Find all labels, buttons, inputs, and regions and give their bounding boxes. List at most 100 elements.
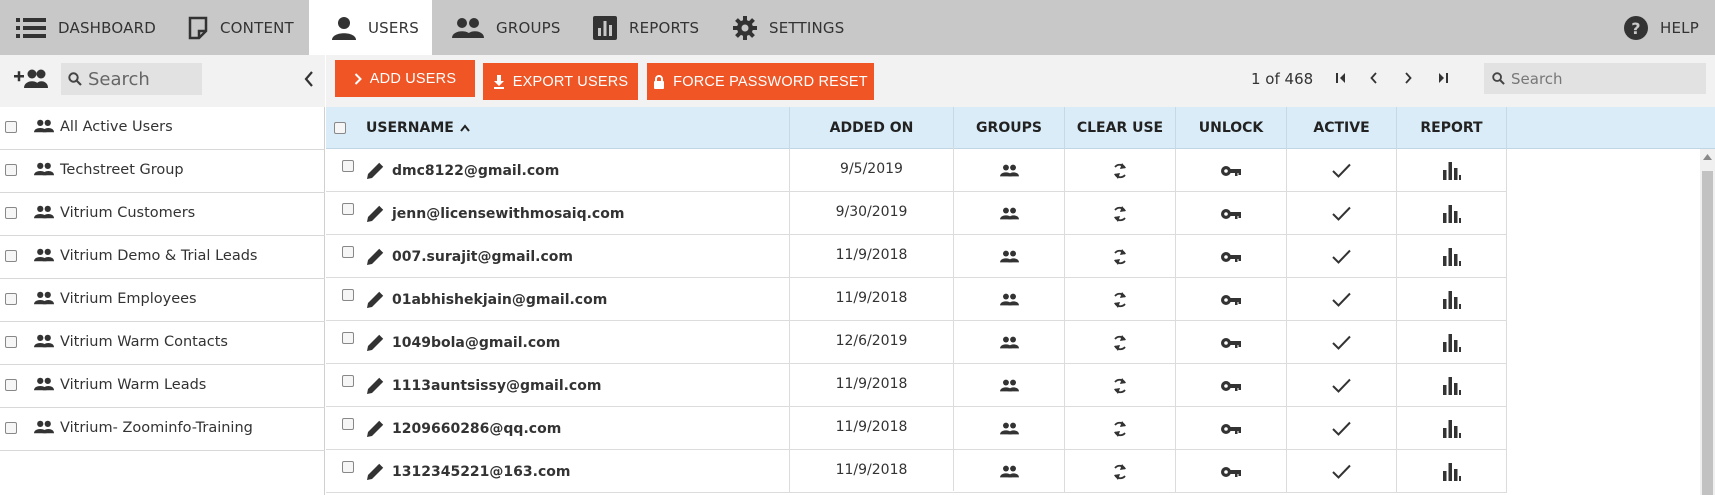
checkmark-icon[interactable] [1332, 249, 1351, 264]
key-icon[interactable] [1221, 466, 1241, 478]
table-scrollbar[interactable] [1700, 149, 1715, 495]
collapse-sidebar-icon[interactable] [304, 71, 314, 87]
edit-pencil-icon[interactable] [366, 463, 384, 481]
last-page-icon[interactable] [1437, 72, 1449, 84]
refresh-icon[interactable] [1112, 334, 1128, 352]
refresh-icon[interactable] [1112, 463, 1128, 481]
edit-pencil-icon[interactable] [366, 205, 384, 223]
checkmark-icon[interactable] [1332, 292, 1351, 307]
groups-icon[interactable] [999, 379, 1019, 392]
key-icon[interactable] [1221, 251, 1241, 263]
key-icon[interactable] [1221, 337, 1241, 349]
bar-chart-icon[interactable] [1442, 161, 1461, 180]
key-icon[interactable] [1221, 423, 1241, 435]
add-users-button[interactable]: ADD USERS [335, 60, 475, 97]
checkmark-icon[interactable] [1332, 378, 1351, 393]
row-checkbox[interactable] [342, 288, 354, 301]
group-checkbox[interactable] [5, 207, 17, 219]
bar-chart-icon[interactable] [1442, 376, 1461, 395]
bar-chart-icon[interactable] [1442, 204, 1461, 223]
refresh-icon[interactable] [1112, 291, 1128, 309]
groups-icon[interactable] [999, 164, 1019, 177]
row-checkbox[interactable] [342, 331, 354, 344]
column-username[interactable]: USERNAME [354, 107, 790, 149]
username[interactable]: 1209660286@qq.com [392, 421, 561, 437]
username[interactable]: 1312345221@163.com [392, 464, 570, 480]
groups-icon[interactable] [999, 465, 1019, 478]
group-list-item[interactable]: Vitrium Employees [0, 279, 325, 322]
bar-chart-icon[interactable] [1442, 419, 1461, 438]
first-page-icon[interactable] [1335, 72, 1347, 84]
username[interactable]: 01abhishekjain@gmail.com [392, 292, 607, 308]
group-list-item[interactable]: Vitrium- Zoominfo-Training [0, 408, 325, 451]
groups-icon[interactable] [999, 207, 1019, 220]
force-password-reset-button[interactable]: FORCE PASSWORD RESET [647, 63, 874, 100]
edit-pencil-icon[interactable] [366, 248, 384, 266]
groups-icon[interactable] [999, 336, 1019, 349]
group-checkbox[interactable] [5, 422, 17, 434]
scroll-up-icon[interactable] [1703, 154, 1712, 160]
refresh-icon[interactable] [1112, 248, 1128, 266]
group-checkbox[interactable] [5, 250, 17, 262]
nav-groups[interactable]: GROUPS [452, 0, 561, 55]
scrollbar-thumb[interactable] [1702, 171, 1713, 495]
checkmark-icon[interactable] [1332, 421, 1351, 436]
groups-icon[interactable] [999, 250, 1019, 263]
column-added-on[interactable]: ADDED ON [790, 107, 954, 149]
key-icon[interactable] [1221, 165, 1241, 177]
group-list-item[interactable]: Vitrium Demo & Trial Leads [0, 236, 325, 279]
checkmark-icon[interactable] [1332, 464, 1351, 479]
username[interactable]: 007.surajit@gmail.com [392, 249, 573, 265]
edit-pencil-icon[interactable] [366, 377, 384, 395]
previous-page-icon[interactable] [1369, 72, 1379, 84]
group-checkbox[interactable] [5, 336, 17, 348]
group-list-item[interactable]: Vitrium Warm Contacts [0, 322, 325, 365]
groups-icon[interactable] [999, 293, 1019, 306]
group-checkbox[interactable] [5, 121, 17, 133]
add-group-icon[interactable] [14, 68, 48, 90]
refresh-icon[interactable] [1112, 205, 1128, 223]
edit-pencil-icon[interactable] [366, 334, 384, 352]
username[interactable]: 1049bola@gmail.com [392, 335, 560, 351]
refresh-icon[interactable] [1112, 420, 1128, 438]
key-icon[interactable] [1221, 380, 1241, 392]
bar-chart-icon[interactable] [1442, 462, 1461, 481]
edit-pencil-icon[interactable] [366, 420, 384, 438]
groups-icon[interactable] [999, 422, 1019, 435]
group-checkbox[interactable] [5, 379, 17, 391]
bar-chart-icon[interactable] [1442, 290, 1461, 309]
refresh-icon[interactable] [1112, 162, 1128, 180]
select-all-checkbox[interactable] [334, 122, 346, 134]
row-checkbox[interactable] [342, 245, 354, 258]
checkmark-icon[interactable] [1332, 335, 1351, 350]
key-icon[interactable] [1221, 208, 1241, 220]
group-checkbox[interactable] [5, 164, 17, 176]
nav-content[interactable]: CONTENT [188, 0, 294, 55]
group-list-item[interactable]: Vitrium Customers [0, 193, 325, 236]
row-checkbox[interactable] [342, 460, 354, 473]
key-icon[interactable] [1221, 294, 1241, 306]
refresh-icon[interactable] [1112, 377, 1128, 395]
edit-pencil-icon[interactable] [366, 291, 384, 309]
nav-reports[interactable]: REPORTS [593, 0, 699, 55]
checkmark-icon[interactable] [1332, 206, 1351, 221]
group-list-item[interactable]: All Active Users [0, 107, 325, 150]
group-list-item[interactable]: Techstreet Group [0, 150, 325, 193]
bar-chart-icon[interactable] [1442, 333, 1461, 352]
username[interactable]: dmc8122@gmail.com [392, 163, 559, 179]
nav-settings[interactable]: SETTINGS [733, 0, 844, 55]
row-checkbox[interactable] [342, 374, 354, 387]
checkmark-icon[interactable] [1332, 163, 1351, 178]
username[interactable]: jenn@licensewithmosaiq.com [392, 206, 624, 222]
nav-users[interactable]: USERS [309, 0, 432, 55]
nav-dashboard[interactable]: DASHBOARD [16, 0, 156, 55]
username[interactable]: 1113auntsissy@gmail.com [392, 378, 601, 394]
group-list-item[interactable]: Vitrium Warm Leads [0, 365, 325, 408]
edit-pencil-icon[interactable] [366, 162, 384, 180]
nav-help[interactable]: ? HELP [1624, 0, 1699, 55]
row-checkbox[interactable] [342, 202, 354, 215]
row-checkbox[interactable] [342, 159, 354, 172]
next-page-icon[interactable] [1403, 72, 1413, 84]
sidebar-search-input[interactable] [88, 68, 198, 90]
row-checkbox[interactable] [342, 417, 354, 430]
